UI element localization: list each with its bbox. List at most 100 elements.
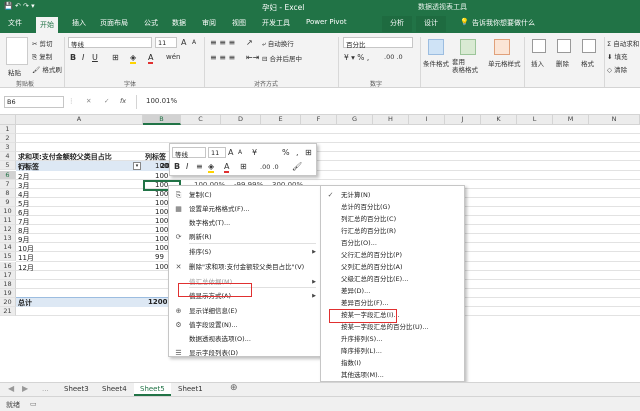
pivot-month-value[interactable]: 100 (155, 162, 168, 170)
tab-power-pivot[interactable]: Power Pivot (306, 18, 347, 26)
column-header-c[interactable]: C (181, 115, 221, 125)
column-header-b[interactable]: B (143, 115, 181, 125)
tab-review[interactable]: 审阅 (202, 18, 216, 28)
row-header[interactable]: 15 (0, 252, 16, 262)
context-menu-item[interactable]: ⊕ 显示详细信息(E) (169, 305, 320, 318)
column-header-a[interactable]: A (16, 115, 143, 125)
shrink-font-button[interactable]: A (192, 39, 196, 46)
tab-home[interactable]: 开始 (36, 17, 58, 33)
fill-color-icon[interactable]: ◈ (130, 53, 137, 64)
row-header[interactable]: 2 (0, 134, 16, 144)
paste-button[interactable]: 粘贴 (8, 67, 21, 77)
pivot-month-value[interactable]: 100 (155, 263, 168, 271)
row-header[interactable]: 18 (0, 279, 16, 289)
font-size-select[interactable]: 11 (155, 37, 177, 48)
column-header-m[interactable]: M (553, 115, 589, 125)
mini-font-select[interactable]: 等线 (172, 147, 206, 159)
insert-icon[interactable] (532, 39, 546, 53)
phonetic-icon[interactable]: wén (166, 53, 180, 61)
column-header-n[interactable]: N (589, 115, 640, 125)
mini-shrink-font-button[interactable]: A (238, 149, 242, 156)
context-menu-item[interactable]: ⚙ 值字段设置(N)... (169, 319, 320, 332)
column-header-k[interactable]: K (481, 115, 517, 125)
bold-button[interactable]: B (70, 53, 76, 62)
pivot-month-value[interactable]: 99 (155, 253, 164, 261)
sheet-tab-sheet4[interactable]: Sheet4 (96, 383, 133, 396)
paste-icon[interactable] (6, 37, 28, 65)
sheet-tab-sheet1[interactable]: Sheet1 (172, 383, 209, 396)
pivot-month-value[interactable]: 100 (155, 208, 168, 216)
mini-decimal-icon[interactable]: .00 .0 (260, 163, 279, 171)
column-header-d[interactable]: D (221, 115, 261, 125)
row-header[interactable]: 17 (0, 270, 16, 280)
row-header[interactable]: 16 (0, 261, 16, 271)
pivot-month-value[interactable]: 100 (155, 172, 168, 180)
pivot-month-value[interactable]: 100 (155, 199, 168, 207)
row-header[interactable]: 21 (0, 307, 16, 317)
row-header[interactable]: 7 (0, 179, 16, 189)
pivot-month-value[interactable]: 100 (155, 235, 168, 243)
autosum-button[interactable]: Σ 自动求和 (607, 38, 639, 48)
context-menu-item[interactable]: 数字格式(T)... (169, 217, 320, 230)
grow-font-button[interactable]: A (181, 38, 186, 47)
context-menu-item[interactable]: 数据透视表选项(O)... (169, 333, 320, 346)
fill-button[interactable]: ⬇ 填充 (607, 51, 628, 61)
orientation-icon[interactable]: ↗ (246, 38, 253, 47)
align-top-icon[interactable]: ≡ ≡ ≡ (210, 38, 235, 47)
context-menu-item[interactable]: ✕ 删除"求和项:支付金额较父类目占比"(V) (169, 261, 320, 274)
insert-button[interactable]: 插入 (531, 58, 544, 68)
tab-page-layout[interactable]: 页面布局 (100, 18, 128, 28)
row-header[interactable]: 4 (0, 152, 16, 162)
row-header[interactable]: 10 (0, 206, 16, 216)
context-menu-item[interactable]: ☰ 显示字段列表(D) (169, 347, 320, 360)
cell-styles-button[interactable]: 单元格样式 (488, 58, 521, 68)
tab-developer[interactable]: 开发工具 (262, 18, 290, 28)
tab-insert[interactable]: 插入 (72, 18, 86, 28)
font-color-icon[interactable]: A (148, 53, 154, 64)
context-menu-item[interactable]: 排序(S) ▶ (169, 246, 320, 259)
merge-center-button[interactable]: ⊟ 合并后居中 (262, 53, 302, 63)
conditional-format-icon[interactable] (428, 39, 444, 55)
row-header[interactable]: 1 (0, 125, 16, 135)
mini-border-icon[interactable]: ⊞ (240, 162, 247, 171)
tab-file[interactable]: 文件 (8, 18, 22, 28)
cut-button[interactable]: ✂ 剪切 (32, 38, 53, 48)
format-icon[interactable] (582, 39, 596, 53)
row-header[interactable]: 19 (0, 288, 16, 298)
sheet-tab-sheet5[interactable]: Sheet5 (134, 383, 171, 396)
mini-bold-button[interactable]: B (174, 162, 180, 171)
row-header[interactable]: 8 (0, 188, 16, 198)
column-header-i[interactable]: I (409, 115, 445, 125)
enter-icon[interactable]: ✓ (104, 97, 109, 105)
row-header[interactable]: 11 (0, 216, 16, 226)
column-header-f[interactable]: F (301, 115, 337, 125)
row-header[interactable]: 6 (0, 170, 16, 180)
mini-size-select[interactable]: 11 (208, 147, 226, 158)
tab-design[interactable]: 设计 (416, 16, 446, 32)
row-header[interactable]: 5 (0, 161, 16, 171)
mini-grow-font-button[interactable]: A (228, 148, 233, 157)
row-header[interactable]: 14 (0, 243, 16, 253)
copy-button[interactable]: ⎘ 复制 (32, 51, 52, 62)
pivot-month-value[interactable]: 100 (155, 244, 168, 252)
delete-icon[interactable] (557, 39, 571, 53)
mini-currency-icon[interactable]: ¥ (252, 148, 257, 157)
indent-icon[interactable]: ⇤⇥ (246, 53, 259, 62)
page-layout-icon[interactable]: ▭ (30, 400, 37, 408)
fx-icon[interactable]: fx (120, 97, 126, 105)
pivot-month-label[interactable]: 12月 (18, 263, 34, 273)
context-menu-item[interactable]: ▦ 设置单元格格式(F)... (169, 203, 320, 216)
column-header-l[interactable]: L (517, 115, 553, 125)
column-header-e[interactable]: E (261, 115, 301, 125)
tell-me-input[interactable]: 告诉我你想要做什么 (472, 18, 535, 28)
formula-input[interactable]: 100.01% (146, 97, 177, 105)
mini-format-icon[interactable]: ⊞ (305, 148, 312, 157)
more-sheets-icon[interactable]: ... (42, 385, 49, 393)
row-header[interactable]: 9 (0, 197, 16, 207)
quick-access-icons[interactable]: 💾 ↶ ↷ ▾ (4, 2, 35, 10)
cancel-icon[interactable]: ✕ (86, 97, 91, 105)
tab-formulas[interactable]: 公式 (144, 18, 158, 28)
column-header-g[interactable]: G (337, 115, 373, 125)
row-header[interactable]: 13 (0, 234, 16, 244)
select-all-corner[interactable] (0, 115, 16, 125)
